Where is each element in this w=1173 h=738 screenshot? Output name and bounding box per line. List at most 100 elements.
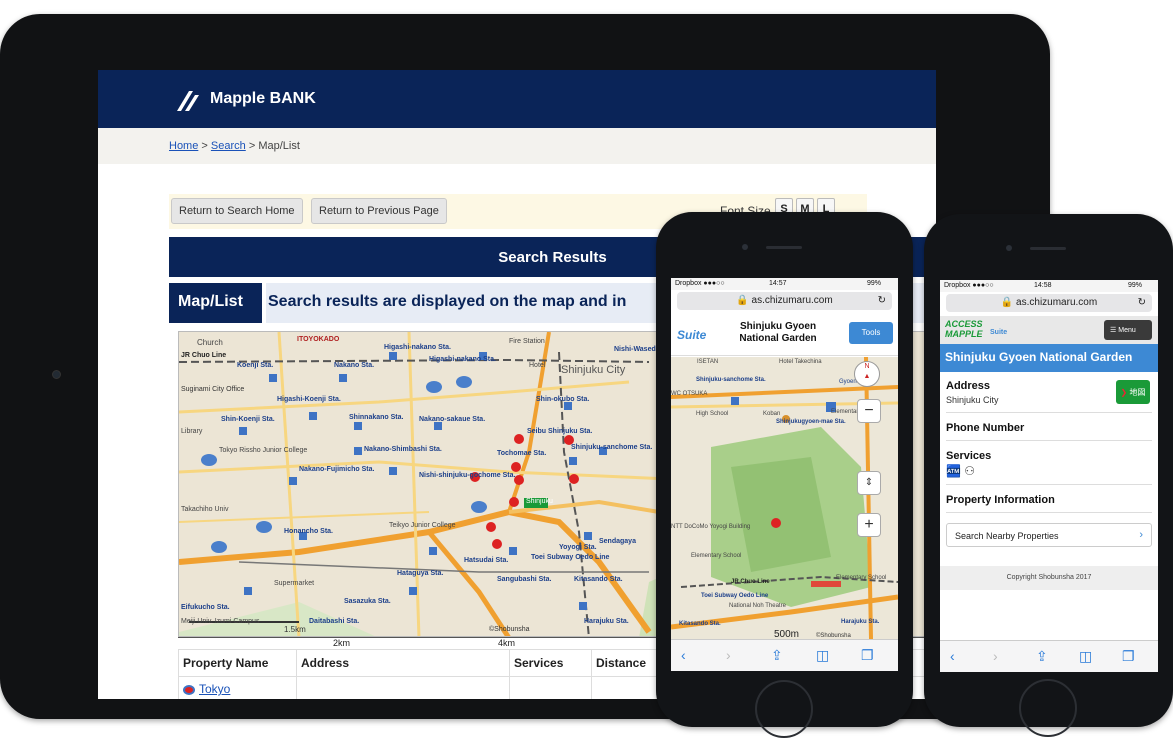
- phone-front-camera: [742, 244, 748, 250]
- map-label-hotel: Hotel: [529, 362, 546, 369]
- phone-detail-device: Dropbox ●●●○○ 14:58 99% 🔒 as.chizumaru.c…: [924, 214, 1173, 737]
- mapple-logo-icon: [177, 91, 199, 111]
- site-logo-text[interactable]: Mapple BANK: [210, 90, 316, 108]
- breadcrumb-search[interactable]: Search: [211, 140, 246, 152]
- map-label-higashi-nakano-2: Higashi-nakano Sta.: [429, 356, 496, 363]
- divider: [946, 412, 1152, 413]
- return-previous-page-button[interactable]: Return to Previous Page: [311, 198, 447, 224]
- maplist-tag: Map/List: [169, 283, 262, 323]
- tabs-icon[interactable]: ❐: [1122, 648, 1135, 665]
- lock-icon: 🔒: [1000, 297, 1014, 308]
- phone-detail-screen: Dropbox ●●●○○ 14:58 99% 🔒 as.chizumaru.c…: [940, 280, 1158, 672]
- status-time: 14:57: [769, 280, 787, 287]
- services-icons: 🏧 ⚇: [946, 464, 975, 478]
- map-label-hataguya: Hataguya Sta.: [397, 570, 444, 577]
- breadcrumb: Home > Search > Map/List: [98, 128, 936, 164]
- map-label-tokyo-rissho: Tokyo Rissho Junior College: [219, 447, 308, 454]
- map-label-nakano: Nakano Sta.: [334, 362, 375, 369]
- col-header-property-name[interactable]: Property Name: [178, 649, 297, 677]
- map-label-jr-chuo: JR Chuo Line: [731, 579, 770, 585]
- reload-icon[interactable]: ↻: [1138, 297, 1146, 308]
- status-battery: 99%: [1128, 282, 1143, 289]
- map-label-toei-oedo: Toei Subway Oedo Line: [701, 593, 769, 599]
- app-logo-top[interactable]: ACCESS: [945, 319, 983, 329]
- table-cell-services: [509, 676, 592, 699]
- map-label-jr-chuo: JR Chuo Line: [181, 352, 227, 359]
- breadcrumb-home[interactable]: Home: [169, 140, 198, 152]
- map-label-shinjuku-sanchome: Shinjuku-sanchome Sta.: [696, 377, 766, 383]
- url-bar[interactable]: 🔒 as.chizumaru.com ↻: [677, 292, 892, 310]
- address-value: Shinjuku City: [946, 395, 999, 405]
- tools-button[interactable]: Tools: [849, 322, 893, 344]
- map-label-high-school: High School: [696, 411, 729, 417]
- map-label-isetan: ISETAN: [697, 359, 719, 365]
- table-cell-address: [296, 676, 510, 699]
- app-logo[interactable]: Suite: [677, 328, 706, 342]
- map-label-supermarket: Supermarket: [274, 580, 315, 587]
- map-label-shinjuku: Shinjuku: [526, 498, 553, 505]
- map-label-national-noh: National Noh Theatre: [729, 603, 786, 609]
- map-label-shinjuku-sanchome: Shinjuku-sanchome Sta.: [571, 444, 653, 451]
- map-label-higashi-nakano: Higashi-nakano Sta.: [384, 344, 451, 351]
- map-label-church: Church: [197, 338, 223, 347]
- map-label-toei-subway: Toei Subway Oedo Line: [531, 554, 610, 561]
- map-label-fire-station: Fire Station: [509, 338, 545, 345]
- map-label-eifukucho: Eifukucho Sta.: [181, 604, 230, 611]
- footer-copyright: Copyright Shobunsha 2017: [940, 566, 1158, 590]
- zoom-out-button[interactable]: −: [857, 399, 881, 423]
- map-label-kitasando: Kitasando Sta.: [574, 576, 623, 583]
- zoom-in-button[interactable]: +: [857, 513, 881, 537]
- map-label-honancho: Honancho Sta.: [284, 528, 334, 535]
- rotate-control-icon[interactable]: ⇕: [857, 471, 881, 495]
- map-label-hatsudai: Hatsudai Sta.: [464, 557, 509, 564]
- map-label-higashi-koenji: Higashi-Koenji Sta.: [277, 396, 341, 403]
- map-label-shin-koenji: Shin-Koenji Sta.: [221, 416, 275, 423]
- bookmarks-icon[interactable]: ◫: [816, 647, 829, 664]
- map-label-harajuku: Harajuku Sta.: [584, 618, 629, 625]
- forward-icon[interactable]: ›: [993, 648, 998, 664]
- map-label-sasazuka: Sasazuka Sta.: [344, 598, 391, 605]
- home-button[interactable]: [1019, 679, 1077, 737]
- search-nearby-button[interactable]: Search Nearby Properties ›: [946, 523, 1152, 547]
- site-header: Mapple BANK: [98, 70, 936, 128]
- map-label-shin-okubo: Shin-okubo Sta.: [536, 396, 590, 403]
- browser-toolbar: ‹ › ⇪ ◫ ❐: [671, 639, 898, 671]
- home-button[interactable]: [755, 680, 813, 738]
- share-icon[interactable]: ⇪: [1036, 648, 1048, 665]
- app-header: Suite Shinjuku Gyoen National Garden Too…: [671, 314, 898, 356]
- app-header: ACCESS MAPPLE Suite ☰ Menu: [940, 316, 1158, 344]
- menu-label: Menu: [1118, 327, 1136, 334]
- map-scale-label: 1.5km: [284, 625, 306, 634]
- app-logo-bottom[interactable]: MAPPLE: [945, 329, 983, 339]
- share-icon[interactable]: ⇪: [771, 647, 783, 664]
- phone-map-device: Dropbox ●●●○○ 14:57 99% 🔒 as.chizumaru.c…: [656, 212, 913, 738]
- menu-button[interactable]: ☰ Menu: [1104, 320, 1152, 340]
- map-label-library: Library: [181, 428, 203, 435]
- bookmarks-icon[interactable]: ◫: [1079, 648, 1092, 665]
- url-bar[interactable]: 🔒 as.chizumaru.com ↻: [946, 294, 1152, 312]
- map-label-nakano-fujimicho: Nakano-Fujimicho Sta.: [299, 466, 375, 473]
- map-copyright: ©Shobunsha: [489, 626, 530, 633]
- forward-icon[interactable]: ›: [726, 647, 731, 663]
- property-information-label: Property Information: [946, 494, 1055, 506]
- compass-icon[interactable]: N ▲: [854, 361, 880, 387]
- col-header-services[interactable]: Services: [509, 649, 592, 677]
- chevron-right-icon: ›: [1139, 529, 1143, 541]
- col-header-address[interactable]: Address: [296, 649, 510, 677]
- map-label-nishi-shinjuku-gochome: Nishi-shinjuku-gochome Sta.: [419, 472, 516, 479]
- map-label-takachiho: Takachiho Univ: [181, 506, 229, 513]
- reload-icon[interactable]: ↻: [878, 295, 886, 306]
- tabs-icon[interactable]: ❐: [861, 647, 874, 664]
- map-button[interactable]: ❯ 地図: [1116, 380, 1150, 404]
- map-label-teikyo: Teikyo Junior College: [389, 522, 456, 529]
- map-label-shinnakano: Shinnakano Sta.: [349, 414, 404, 421]
- table-cell-name: Tokyo: [178, 676, 297, 699]
- lock-icon: 🔒: [736, 295, 749, 306]
- back-icon[interactable]: ‹: [681, 647, 686, 663]
- property-link-tokyo[interactable]: Tokyo: [199, 682, 230, 696]
- phone-map[interactable]: ISETAN Hotel Takechina Shinjuku-sanchome…: [671, 357, 898, 639]
- breadcrumb-current: Map/List: [258, 140, 300, 152]
- return-search-home-button[interactable]: Return to Search Home: [171, 198, 303, 224]
- back-icon[interactable]: ‹: [950, 648, 955, 664]
- status-carrier: Dropbox ●●●○○: [944, 282, 994, 289]
